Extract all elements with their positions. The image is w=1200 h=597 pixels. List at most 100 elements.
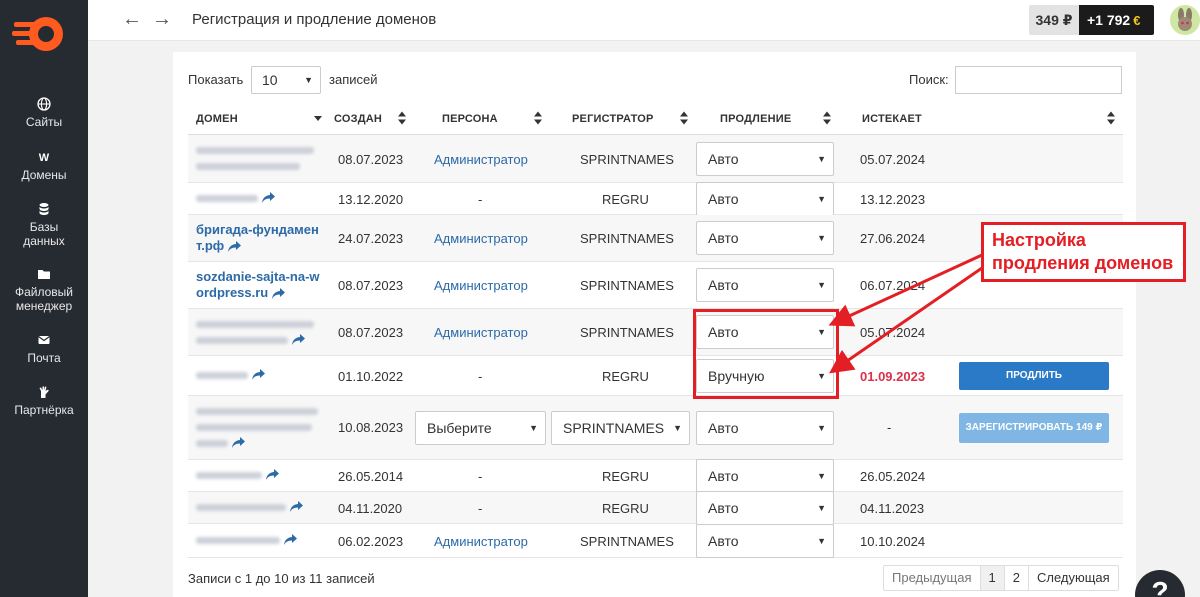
registrar: SPRINTNAMES (580, 152, 674, 167)
table-row: 01.10.2022 - REGRU Вручную ▼ 01.09.2023 П… (188, 356, 1123, 396)
sort-icon[interactable] (533, 110, 543, 126)
blurred-domain[interactable] (196, 537, 280, 544)
sidebar-item-domains[interactable]: W Домены (0, 150, 88, 182)
caret-down-icon: ▼ (817, 536, 826, 546)
search-input[interactable] (955, 66, 1122, 94)
page-2-button[interactable]: 2 (1005, 566, 1029, 590)
arrow-left-icon[interactable]: ← (122, 9, 142, 29)
renewal-select[interactable]: Авто ▼ (696, 182, 834, 216)
svg-text:W: W (39, 152, 50, 164)
persona-link[interactable]: Администратор (434, 231, 528, 246)
sort-icon[interactable] (1106, 110, 1116, 126)
blurred-domain[interactable] (196, 372, 248, 379)
renewal-select[interactable]: Авто ▼ (696, 459, 834, 493)
domain-text-line1: бригада-фундамен (196, 222, 319, 237)
register-button[interactable]: ЗАРЕГИСТРИРОВАТЬ 149 ₽ (959, 413, 1109, 443)
domain-link[interactable]: бригада-фундамен т.рф (196, 222, 319, 254)
share-icon[interactable] (232, 437, 245, 448)
column-registrar[interactable]: РЕГИСТРАТОР (572, 113, 654, 125)
column-domain[interactable]: ДОМЕН (196, 113, 238, 125)
renewal-select[interactable]: Авто ▼ (696, 491, 834, 525)
table-row: 06.02.2023 Администратор SPRINTNAMES Авт… (188, 524, 1123, 558)
sidebar-item-partners[interactable]: Партнёрка (0, 385, 88, 417)
top-header: ← → Регистрация и продление доменов 349 … (88, 0, 1200, 41)
sidebar-item-sites[interactable]: Сайты (0, 97, 88, 129)
table-header: ДОМЕН СОЗДАН ПЕРСОНА РЕГИСТРАТОР ПРОДЛЕН… (188, 107, 1123, 135)
blurred-domain[interactable] (196, 504, 286, 511)
share-icon[interactable] (284, 534, 297, 545)
created-date: 26.05.2014 (338, 469, 404, 484)
help-button[interactable]: ? (1135, 570, 1185, 597)
sidebar-item-files[interactable]: Файловый менеджер (0, 267, 88, 313)
persona-link[interactable]: Администратор (434, 325, 528, 340)
bonus-badge[interactable]: +1 792 € (1079, 5, 1154, 35)
created-date: 08.07.2023 (338, 278, 404, 293)
share-icon[interactable] (252, 369, 265, 380)
next-page-button[interactable]: Следующая (1029, 566, 1118, 590)
domain-text-line2: ordpress.ru (196, 285, 269, 300)
sort-icon[interactable] (397, 110, 407, 126)
expires-date: 13.12.2023 (860, 192, 926, 207)
caret-down-icon: ▼ (817, 423, 826, 433)
sidebar-item-mail[interactable]: Почта (0, 333, 88, 365)
persona-link[interactable]: Администратор (434, 152, 528, 167)
table-row: 13.12.2020 - REGRU Авто ▼ 13.12.2023 (188, 182, 1123, 216)
column-renewal[interactable]: ПРОДЛЕНИЕ (720, 113, 791, 125)
sort-desc-icon[interactable] (313, 110, 323, 126)
created-date: 04.11.2020 (338, 501, 403, 516)
renewal-select[interactable]: Авто ▼ (696, 524, 834, 558)
records-label: записей (329, 72, 378, 87)
avatar[interactable] (1170, 5, 1200, 35)
balance-badge[interactable]: 349 ₽ (1029, 5, 1079, 35)
page-1-button[interactable]: 1 (980, 566, 1005, 590)
renewal-select[interactable]: Авто ▼ (696, 221, 834, 255)
blurred-domain (196, 337, 288, 344)
expires-date: - (887, 420, 892, 435)
registrar-select[interactable]: SPRINTNAMES ▼ (551, 411, 690, 445)
sort-icon[interactable] (679, 110, 689, 126)
caret-down-icon: ▼ (304, 75, 313, 85)
page-size-select[interactable]: 10 ▼ (251, 66, 321, 94)
column-expires[interactable]: ИСТЕКАЕТ (862, 113, 922, 125)
registrar: SPRINTNAMES (580, 534, 674, 549)
column-created[interactable]: СОЗДАН (334, 113, 382, 125)
created-date: 24.07.2023 (338, 231, 404, 246)
annotation-callout: Настройка продления доменов (981, 222, 1186, 282)
renewal-select[interactable]: Авто ▼ (696, 142, 834, 176)
persona: - (478, 469, 483, 484)
search-label: Поиск: (909, 72, 949, 87)
table-row: 04.11.2020 - REGRU Авто ▼ 04.11.2023 (188, 491, 1123, 525)
share-icon[interactable] (271, 288, 285, 300)
blurred-domain[interactable] (196, 408, 318, 415)
renewal-select[interactable]: Авто ▼ (696, 268, 834, 302)
share-icon[interactable] (292, 334, 305, 345)
renewal-select[interactable]: Авто ▼ (696, 411, 834, 445)
column-persona[interactable]: ПЕРСОНА (442, 113, 498, 125)
sort-icon[interactable] (822, 110, 832, 126)
logo-icon[interactable] (12, 12, 64, 56)
callout-line2: продления доменов (992, 253, 1174, 273)
persona-select[interactable]: Выберите ▼ (415, 411, 546, 445)
domain-link[interactable]: sozdanie-sajta-na-w ordpress.ru (196, 269, 320, 301)
renewal-value: Авто (708, 468, 739, 484)
blurred-domain[interactable] (196, 147, 314, 154)
expires-date: 27.06.2024 (860, 231, 926, 246)
blurred-domain (196, 424, 312, 431)
renew-button[interactable]: ПРОДЛИТЬ (959, 362, 1109, 390)
blurred-domain[interactable] (196, 321, 314, 328)
share-icon[interactable] (262, 192, 275, 203)
share-icon[interactable] (266, 469, 279, 480)
arrow-right-icon[interactable]: → (152, 9, 172, 29)
created-date: 13.12.2020 (338, 192, 404, 207)
blurred-domain[interactable] (196, 195, 258, 202)
sidebar-item-databases[interactable]: Базы данных (0, 202, 88, 248)
show-label: Показать (188, 72, 244, 87)
share-icon[interactable] (227, 241, 241, 253)
share-icon[interactable] (290, 501, 303, 512)
persona-link[interactable]: Администратор (434, 534, 528, 549)
registrar-select-value: SPRINTNAMES (563, 420, 665, 436)
caret-down-icon: ▼ (529, 423, 538, 433)
prev-page-button[interactable]: Предыдущая (884, 566, 981, 590)
blurred-domain[interactable] (196, 472, 262, 479)
persona-link[interactable]: Администратор (434, 278, 528, 293)
